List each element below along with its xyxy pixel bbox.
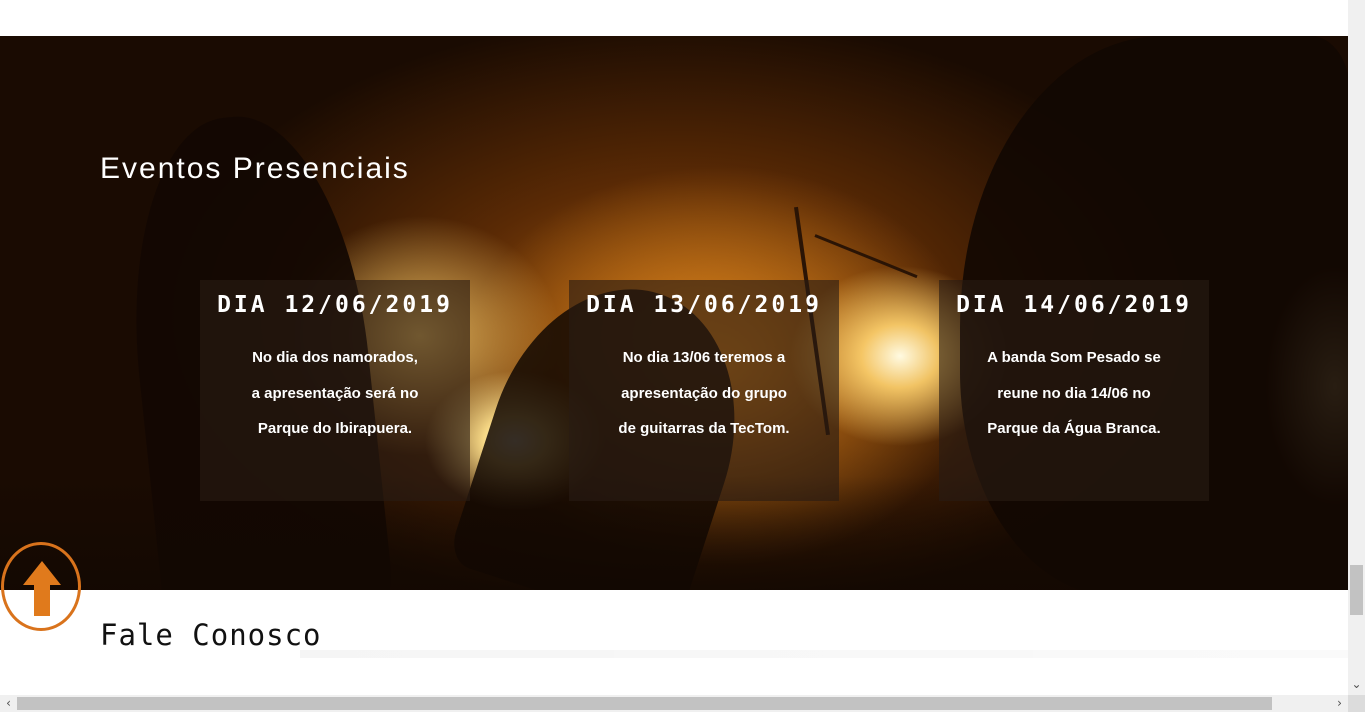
vertical-scrollbar-thumb[interactable] bbox=[1350, 565, 1363, 615]
contact-section-title: Fale Conosco bbox=[100, 618, 322, 652]
page-top-area bbox=[0, 0, 1348, 36]
horizontal-scrollbar-thumb[interactable] bbox=[17, 697, 1272, 710]
events-section-title: Eventos Presenciais bbox=[100, 152, 410, 185]
event-card: DIA 12/06/2019 No dia dos namorados, a a… bbox=[200, 280, 470, 501]
event-description-line: Parque da Água Branca. bbox=[987, 420, 1161, 437]
event-date: DIA 13/06/2019 bbox=[586, 292, 822, 318]
vertical-scrollbar[interactable]: ⌄ bbox=[1348, 0, 1365, 695]
arrow-up-icon bbox=[23, 561, 61, 616]
event-card: DIA 14/06/2019 A banda Som Pesado se reu… bbox=[939, 280, 1209, 501]
event-description-line: apresentação do grupo bbox=[621, 384, 787, 402]
event-description-line: reune no dia 14/06 no bbox=[997, 384, 1151, 402]
event-date: DIA 12/06/2019 bbox=[217, 292, 453, 318]
event-description: No dia dos namorados, a apresentação ser… bbox=[230, 340, 440, 447]
horizontal-scrollbar[interactable]: ‹ › bbox=[0, 695, 1348, 712]
scroll-right-arrow-icon[interactable]: › bbox=[1331, 695, 1348, 712]
event-date: DIA 14/06/2019 bbox=[956, 292, 1192, 318]
event-description: No dia 13/06 teremos a apresentação do g… bbox=[599, 340, 809, 447]
event-description: A banda Som Pesado se reune no dia 14/06… bbox=[969, 340, 1179, 447]
event-description-line: No dia dos namorados, bbox=[252, 349, 418, 366]
scroll-left-arrow-icon[interactable]: ‹ bbox=[0, 695, 17, 712]
event-description-line: Parque do Ibirapuera. bbox=[257, 420, 413, 437]
event-description-line: No dia 13/06 teremos a bbox=[622, 349, 786, 366]
event-description-line: a apresentação será no bbox=[251, 384, 419, 402]
event-description-line: A banda Som Pesado se bbox=[987, 349, 1161, 366]
content-divider bbox=[300, 650, 1348, 658]
scrollbar-corner bbox=[1348, 695, 1365, 712]
event-card: DIA 13/06/2019 No dia 13/06 teremos a ap… bbox=[569, 280, 839, 501]
event-description-line: de guitarras da TecTom. bbox=[618, 420, 790, 437]
scroll-to-top-button[interactable] bbox=[1, 542, 81, 631]
mic-stand-arm bbox=[814, 234, 918, 279]
scroll-down-arrow-icon[interactable]: ⌄ bbox=[1348, 674, 1365, 694]
